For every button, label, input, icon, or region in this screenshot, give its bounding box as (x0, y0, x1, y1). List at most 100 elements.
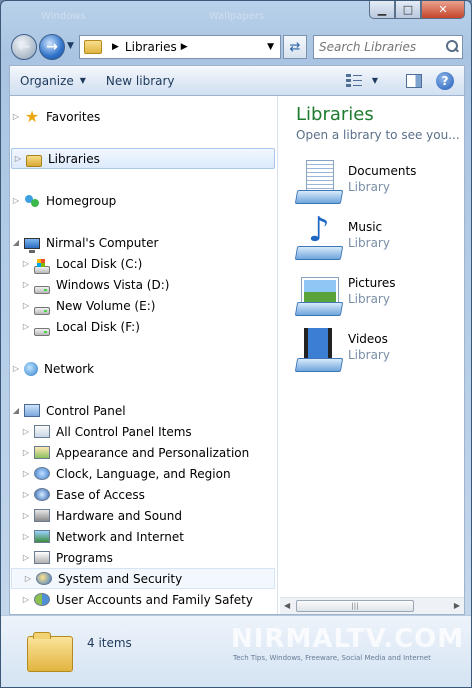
breadcrumb-libraries[interactable]: Libraries (125, 40, 177, 54)
expand-arrow-icon[interactable]: ▷ (20, 469, 32, 478)
search-input[interactable] (319, 40, 445, 54)
help-icon[interactable]: ? (436, 71, 454, 90)
expand-arrow-icon[interactable]: ▷ (20, 511, 32, 520)
tree-item-network[interactable]: ▷ Network (10, 358, 276, 379)
change-view-button[interactable]: ▼ (336, 66, 388, 95)
ghost-title-2: Wallpapers (208, 11, 265, 22)
search-box[interactable] (313, 35, 463, 59)
network-icon (24, 361, 38, 376)
collapse-arrow-icon[interactable]: ◢ (10, 238, 22, 247)
maximize-icon: □ (402, 3, 414, 16)
expand-arrow-icon[interactable]: ▷ (20, 490, 32, 499)
tree-item-favorites[interactable]: ▷ ★ Favorites (10, 106, 276, 127)
watermark: NIRMALTV.COM (231, 624, 465, 654)
views-dropdown-icon[interactable]: ▼ (372, 76, 378, 85)
libraries-heading: Libraries (296, 104, 374, 125)
library-kind: Library (348, 180, 390, 194)
videos-library-icon (296, 328, 340, 372)
library-folder-icon (84, 40, 102, 54)
user-accounts-icon (34, 593, 50, 606)
expand-arrow-icon[interactable]: ▷ (22, 574, 34, 583)
tree-item-system-security[interactable]: ▷ System and Security (11, 568, 275, 589)
forward-button[interactable]: → (39, 34, 65, 60)
appearance-icon (34, 446, 50, 459)
navigation-pane: ▷ ★ Favorites ▷ Libraries ▷ Homegroup ◢ … (10, 96, 278, 614)
expand-arrow-icon[interactable]: ▷ (20, 532, 32, 541)
back-button[interactable]: ← (11, 34, 37, 60)
search-icon[interactable] (445, 40, 459, 54)
library-item-pictures[interactable]: Pictures Library (296, 270, 456, 318)
tree-item-all-control-panel-items[interactable]: ▷ All Control Panel Items (10, 421, 276, 442)
address-dropdown-icon[interactable]: ▼ (267, 42, 274, 52)
tree-item-label: Windows Vista (D:) (56, 277, 170, 292)
tree-item-drive-f[interactable]: ▷ Local Disk (F:) (10, 316, 276, 337)
tree-item-computer[interactable]: ◢ Nirmal's Computer (10, 232, 276, 253)
scrollbar-thumb[interactable]: ||| (296, 600, 414, 612)
views-icon (345, 73, 362, 88)
expand-arrow-icon[interactable]: ▷ (20, 595, 32, 604)
scroll-left-icon[interactable]: ◀ (284, 601, 290, 610)
collapse-arrow-icon[interactable]: ◢ (10, 406, 22, 415)
ease-of-access-icon (34, 488, 50, 501)
library-name: Music (348, 220, 383, 234)
recent-pages-dropdown[interactable]: ▼ (67, 41, 74, 51)
refresh-button[interactable]: ⇄ (283, 35, 307, 59)
close-button[interactable]: ✕ (421, 1, 465, 19)
tree-item-label: Local Disk (C:) (56, 256, 143, 271)
organize-button[interactable]: Organize ▼ (10, 66, 96, 95)
expand-arrow-icon[interactable]: ▷ (20, 427, 32, 436)
expand-arrow-icon[interactable]: ▷ (20, 280, 32, 289)
tree-item-label: User Accounts and Family Safety (56, 592, 253, 607)
tree-item-control-panel[interactable]: ◢ Control Panel (10, 400, 276, 421)
preview-pane-icon[interactable] (406, 73, 422, 88)
horizontal-scrollbar[interactable]: ◀ ||| ▶ (280, 597, 464, 614)
library-kind: Library (348, 348, 390, 362)
tree-item-drive-d[interactable]: ▷ Windows Vista (D:) (10, 274, 276, 295)
drive-icon (34, 285, 50, 294)
tree-item-user-accounts[interactable]: ▷ User Accounts and Family Safety (10, 589, 276, 610)
breadcrumb-separator-icon[interactable]: ▶ (112, 42, 119, 52)
explorer-window: Windows Wallpapers ▁ □ ✕ ← → ▼ ▶ Librari… (0, 0, 472, 688)
clock-icon (34, 467, 50, 480)
breadcrumb-chevron-icon[interactable]: ▶ (181, 42, 188, 52)
scroll-right-icon[interactable]: ▶ (454, 601, 460, 610)
library-item-music[interactable]: Music Library (296, 210, 456, 262)
expand-arrow-icon[interactable]: ▷ (20, 448, 32, 457)
title-bar[interactable]: Windows Wallpapers ▁ □ ✕ (1, 1, 471, 29)
tree-item-ease-of-access[interactable]: ▷ Ease of Access (10, 484, 276, 505)
tree-item-label: Ease of Access (56, 487, 145, 502)
tree-item-label: New Volume (E:) (56, 298, 156, 313)
tree-item-drive-c[interactable]: ▷ Local Disk (C:) (10, 253, 276, 274)
library-icon (26, 154, 42, 167)
tree-item-programs[interactable]: ▷ Programs (10, 547, 276, 568)
expand-arrow-icon[interactable]: ▷ (10, 196, 22, 205)
expand-arrow-icon[interactable]: ▷ (20, 301, 32, 310)
library-kind: Library (348, 292, 390, 306)
star-icon: ★ (24, 106, 40, 126)
libraries-pane: Libraries Open a library to see you... D… (280, 96, 464, 614)
windows-drive-icon (34, 258, 50, 274)
expand-arrow-icon[interactable]: ▷ (10, 364, 22, 373)
minimize-button[interactable]: ▁ (369, 1, 395, 19)
library-item-documents[interactable]: Documents Library (296, 158, 456, 206)
expand-arrow-icon[interactable]: ▷ (12, 154, 24, 163)
address-bar[interactable]: ▶ Libraries ▶ ▼ (79, 35, 281, 59)
tree-item-homegroup[interactable]: ▷ Homegroup (10, 190, 276, 211)
expand-arrow-icon[interactable]: ▷ (10, 112, 22, 121)
tree-item-libraries[interactable]: ▷ Libraries (11, 148, 275, 169)
expand-arrow-icon[interactable]: ▷ (20, 322, 32, 331)
music-library-icon (296, 210, 340, 260)
expand-arrow-icon[interactable]: ▷ (20, 259, 32, 268)
tree-item-hardware-sound[interactable]: ▷ Hardware and Sound (10, 505, 276, 526)
tree-item-appearance[interactable]: ▷ Appearance and Personalization (10, 442, 276, 463)
maximize-button[interactable]: □ (395, 1, 421, 19)
back-arrow-icon: ← (18, 39, 30, 55)
network-internet-icon (34, 530, 50, 543)
tree-item-clock-language[interactable]: ▷ Clock, Language, and Region (10, 463, 276, 484)
pictures-library-icon (296, 272, 340, 316)
library-item-videos[interactable]: Videos Library (296, 326, 456, 374)
tree-item-drive-e[interactable]: ▷ New Volume (E:) (10, 295, 276, 316)
expand-arrow-icon[interactable]: ▷ (20, 553, 32, 562)
new-library-button[interactable]: New library (96, 66, 185, 95)
tree-item-network-internet[interactable]: ▷ Network and Internet (10, 526, 276, 547)
